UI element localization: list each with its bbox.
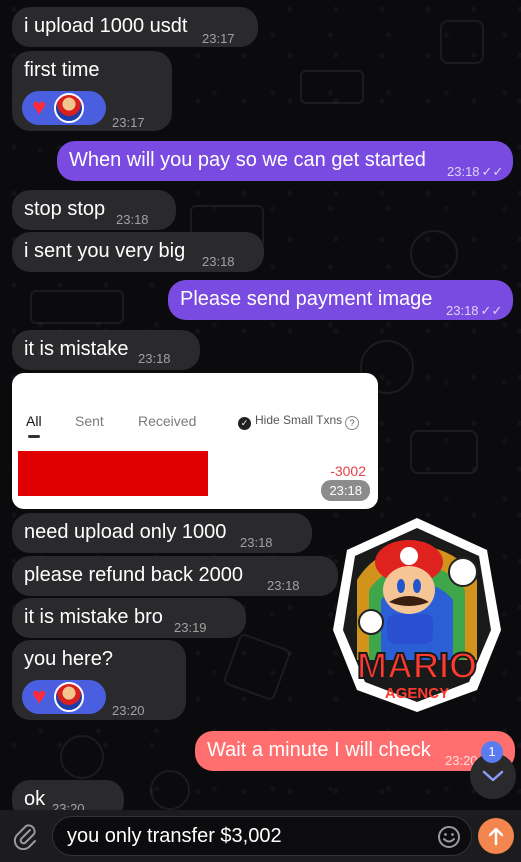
message-incoming[interactable]: i sent you very big 23:18 [12, 232, 264, 272]
arrow-up-icon [488, 827, 504, 846]
message-text: need upload only 1000 [24, 521, 227, 543]
photo-tab: Received [138, 413, 197, 429]
message-text: When will you pay so we can get started [69, 149, 426, 171]
message-incoming[interactable]: need upload only 1000 23:18 [12, 513, 312, 553]
message-time: 23:18 [446, 303, 479, 318]
sticker-button[interactable] [437, 825, 461, 854]
message-incoming[interactable]: you here? ♥ 23:20 [12, 640, 186, 720]
mario-eye [413, 579, 421, 593]
message-status: 23:18 ✓✓ [447, 160, 503, 184]
message-outgoing[interactable]: Wait a minute I will check 23:20 [195, 731, 515, 771]
message-text: Please send payment image [180, 288, 433, 310]
message-status: 23:18 ✓✓ [446, 299, 502, 323]
message-incoming[interactable]: it is mistake bro 23:19 [12, 598, 246, 638]
message-incoming[interactable]: stop stop 23:18 [12, 190, 176, 230]
message-text: it is mistake bro [24, 606, 163, 628]
mario-overalls [387, 614, 433, 644]
message-incoming[interactable]: it is mistake 23:18 [12, 330, 200, 370]
cap-emblem [400, 547, 418, 565]
message-input[interactable]: you only transfer $3,002 [52, 816, 472, 856]
sticker-subtitle: AGENCY [385, 685, 449, 702]
message-outgoing[interactable]: When will you pay so we can get started … [57, 141, 513, 181]
unread-badge: 1 [481, 741, 503, 763]
message-time: 23:18 [202, 254, 235, 269]
double-check-icon: ✓✓ [480, 303, 503, 318]
message-time: 23:18 [447, 164, 480, 179]
help-icon: ? [345, 416, 360, 430]
attach-button[interactable] [12, 822, 38, 855]
message-list[interactable]: i upload 1000 usdt 23:17 first time ♥ 23… [0, 0, 521, 820]
message-time: 23:18 [138, 351, 171, 366]
avatar [54, 682, 85, 712]
message-text: you here? [24, 648, 113, 670]
message-text: first time [24, 59, 100, 81]
transaction-amount: -3002 [330, 463, 366, 479]
message-time: 23:18 [116, 212, 149, 227]
reaction-chip[interactable]: ♥ [22, 680, 106, 714]
tab-underline [28, 435, 40, 438]
message-time: 23:19 [174, 620, 207, 635]
message-text: i upload 1000 usdt [24, 15, 188, 37]
redaction-block [18, 451, 208, 496]
message-text: stop stop [24, 198, 106, 220]
mario-sticker[interactable]: MARIO AGENCY [327, 510, 507, 718]
message-time: 23:18 [240, 535, 273, 550]
message-outgoing[interactable]: Please send payment image 23:18 ✓✓ [168, 280, 513, 320]
photo-time: 23:18 [321, 480, 370, 501]
message-text: Wait a minute I will check [207, 739, 431, 761]
heart-icon: ♥ [32, 683, 47, 710]
message-text: i sent you very big [24, 240, 186, 262]
message-input-text: you only transfer $3,002 [67, 825, 282, 847]
message-time: 23:17 [112, 115, 145, 130]
photo-tab: Sent [75, 413, 104, 429]
chevron-down-icon [482, 770, 504, 782]
hide-small-txns: ✓ Hide Small Txns? [238, 413, 360, 430]
message-text: ok [24, 788, 46, 810]
hide-small-label: Hide Small Txns [255, 413, 343, 427]
composer-bar: you only transfer $3,002 [0, 810, 521, 862]
message-text: please refund back 2000 [24, 564, 244, 586]
message-time: 23:18 [267, 578, 300, 593]
message-text: it is mistake [24, 338, 129, 360]
sticker-title: MARIO [357, 645, 477, 686]
mario-glove [448, 557, 478, 587]
photo-tab: All [26, 413, 42, 429]
paperclip-icon [13, 824, 36, 851]
reaction-chip[interactable]: ♥ [22, 91, 106, 125]
mario-eye [397, 579, 405, 593]
avatar [54, 93, 85, 123]
message-incoming[interactable]: please refund back 2000 23:18 [12, 556, 338, 596]
check-circle-icon: ✓ [238, 417, 251, 430]
message-time: 23:20 [112, 703, 145, 718]
message-time: 23:17 [202, 31, 235, 46]
message-incoming[interactable]: i upload 1000 usdt 23:17 [12, 7, 258, 47]
smiley-icon [438, 826, 460, 848]
mario-glove [358, 609, 384, 635]
message-incoming[interactable]: first time ♥ 23:17 [12, 51, 172, 131]
screenshot-photo[interactable]: All Sent Received ✓ Hide Small Txns? -300… [12, 373, 378, 509]
heart-icon: ♥ [32, 94, 47, 121]
send-button[interactable] [478, 818, 514, 854]
mario-face [383, 566, 435, 614]
double-check-icon: ✓✓ [481, 164, 504, 179]
